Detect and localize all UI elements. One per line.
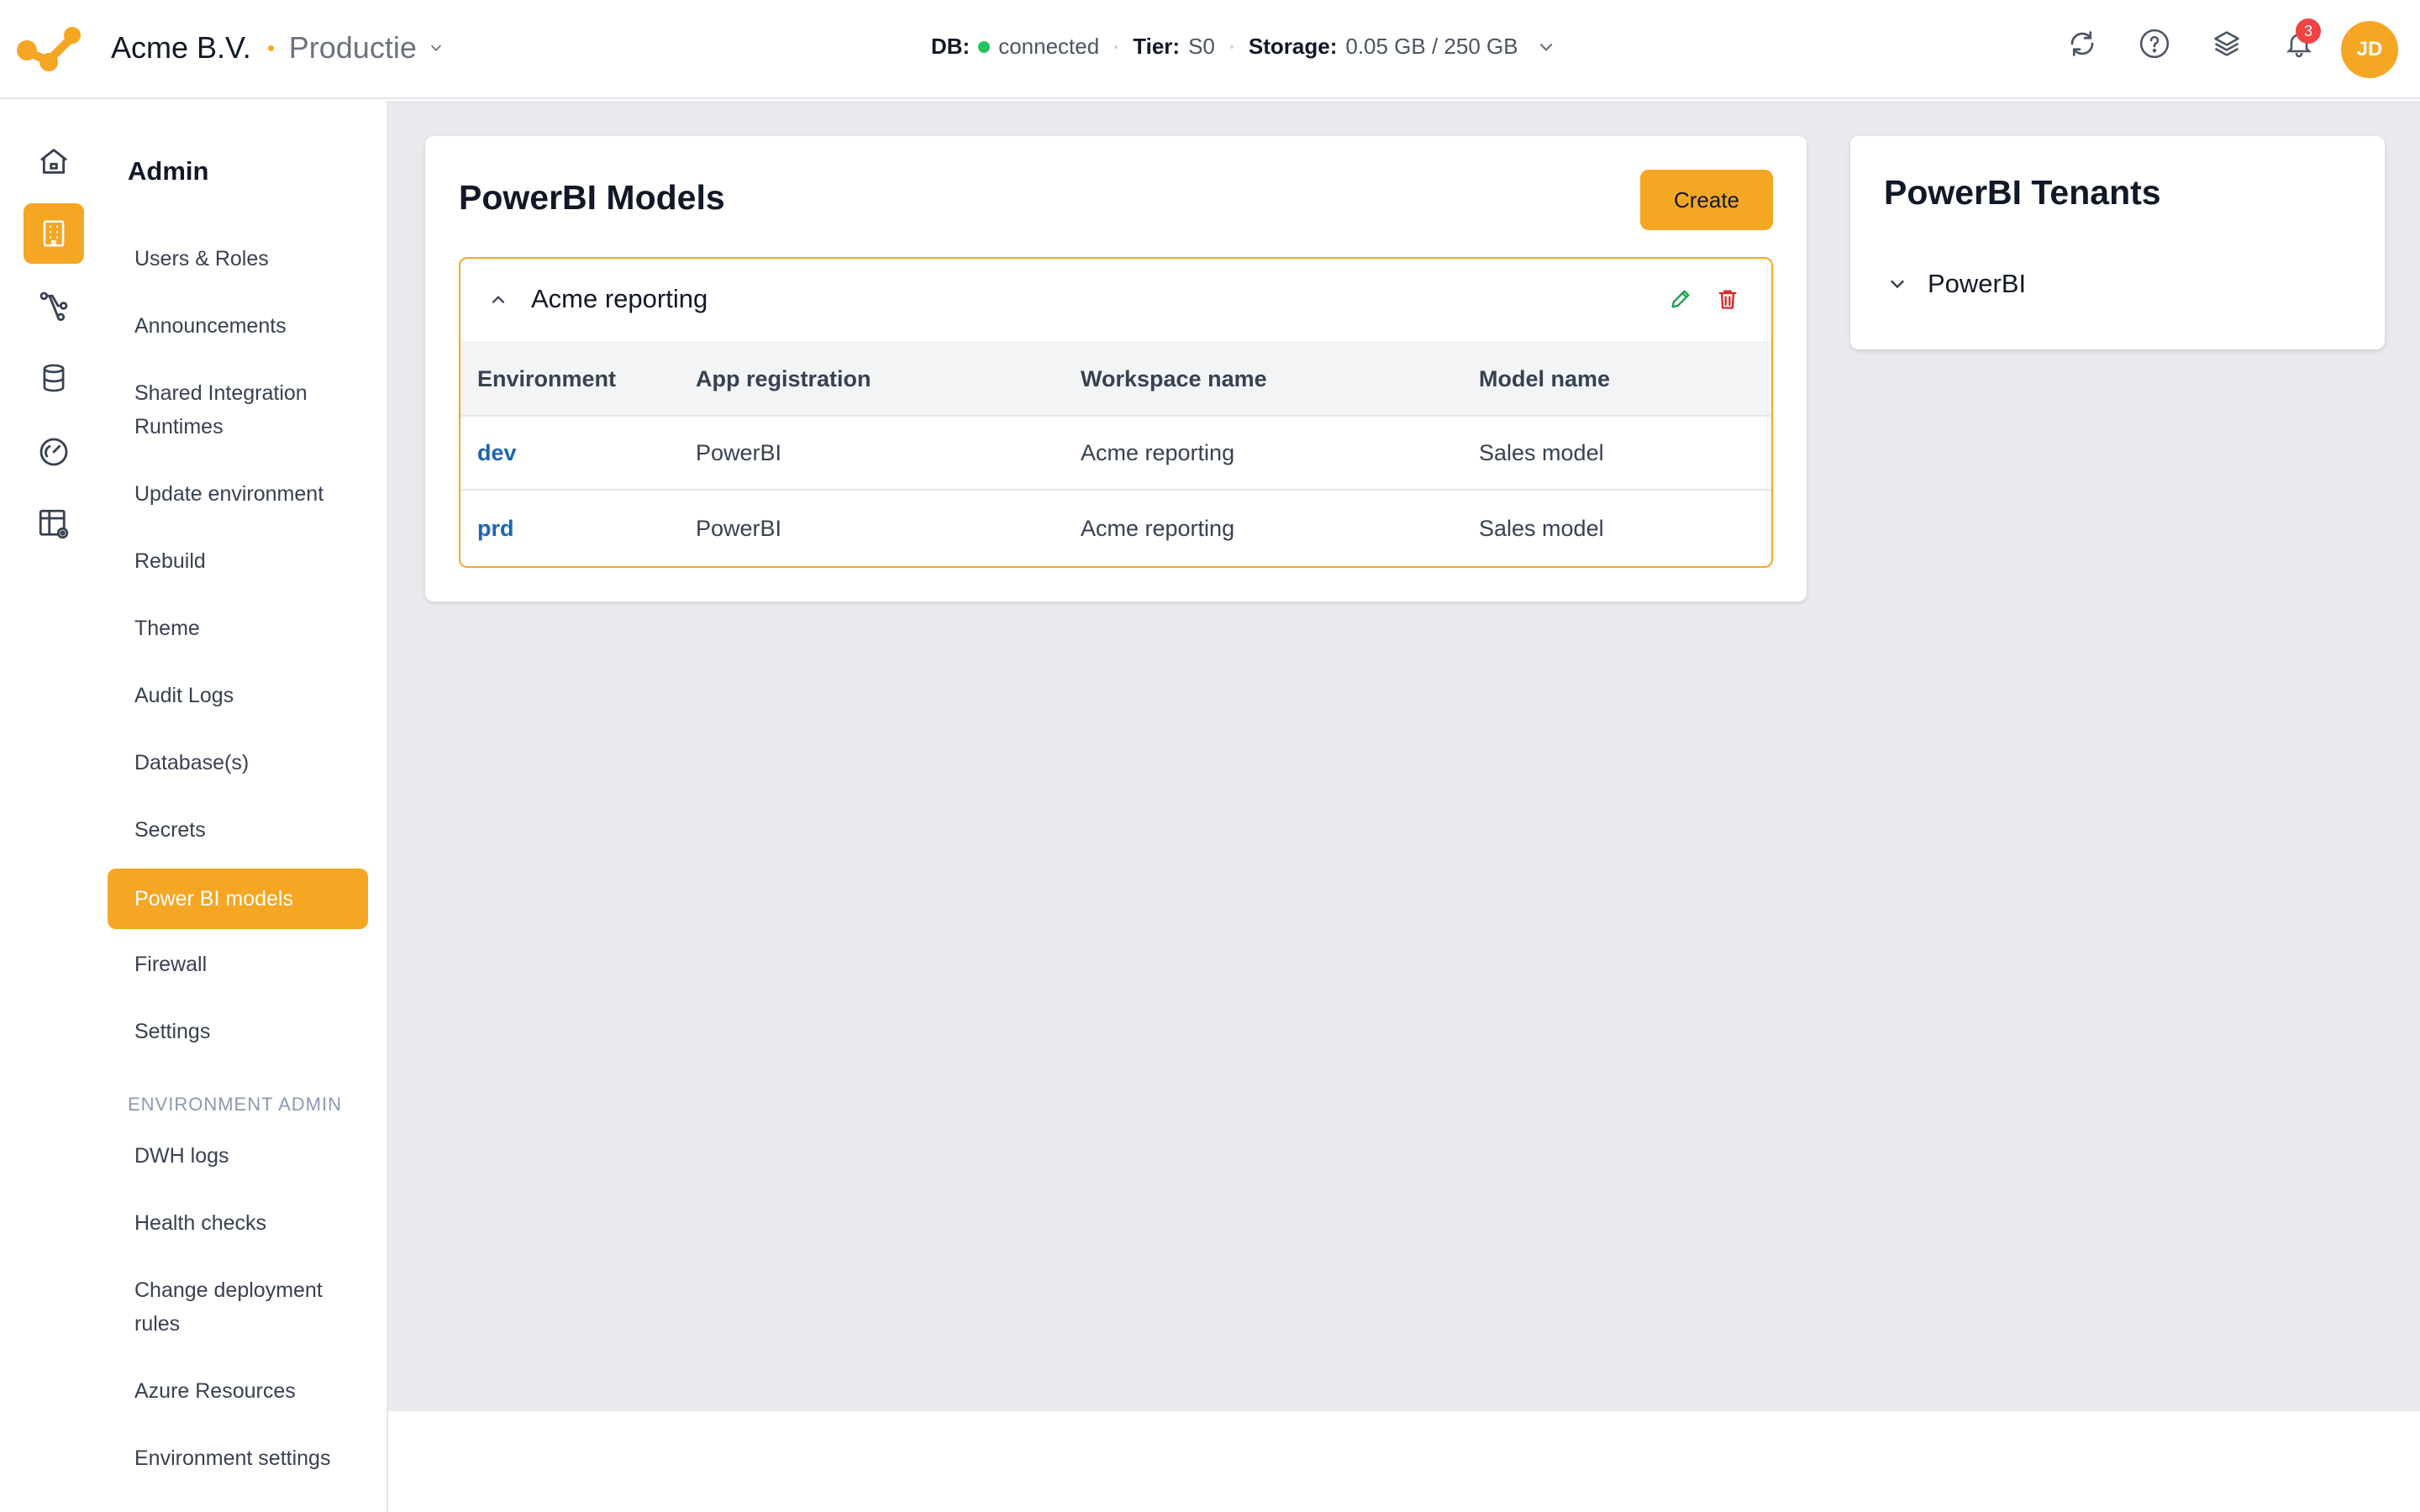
powerbi-tenants-card: [1850, 136, 2385, 349]
sidebar-item-azure-resources[interactable]: Azure Resources: [108, 1374, 368, 1408]
db-label: DB:: [931, 34, 971, 59]
chevron-down-icon: [1539, 43, 1552, 51]
app-logo-icon[interactable]: [17, 25, 81, 72]
tier-value: S0: [1188, 34, 1215, 59]
rail-database[interactable]: [24, 348, 84, 408]
separator-dot: [267, 45, 274, 51]
db-status-dot: [978, 40, 991, 53]
user-avatar[interactable]: JD: [2341, 21, 2398, 78]
sidebar-item-power-bi-models[interactable]: Power BI models: [108, 869, 368, 929]
sidebar-item-change-deployment-rules[interactable]: Change deployment rules: [108, 1273, 368, 1341]
dashboard-gauge-icon: [39, 438, 68, 466]
table-row[interactable]: prd PowerBI Acme reporting Sales model: [460, 492, 1771, 566]
sidebar-item-rebuild[interactable]: Rebuild: [108, 544, 368, 578]
workspace-name-cell: Acme reporting: [1081, 440, 1235, 465]
sidebar-item-shared-integration-runtimes[interactable]: Shared Integration Runtimes: [108, 376, 368, 444]
layers-icon: [2214, 31, 2239, 56]
tenant-item[interactable]: PowerBI: [1887, 269, 2026, 299]
workspace-name-cell: Acme reporting: [1081, 516, 1235, 541]
model-group-name: Acme reporting: [531, 284, 708, 313]
table-row[interactable]: dev PowerBI Acme reporting Sales model: [460, 417, 1771, 491]
admin-building-icon: [43, 220, 65, 247]
app-registration-cell: PowerBI: [696, 440, 782, 465]
create-button[interactable]: Create: [1640, 170, 1773, 230]
sidebar-item-update-environment[interactable]: Update environment: [108, 477, 368, 511]
footer-area: [388, 1411, 2420, 1512]
tier-label: Tier:: [1133, 34, 1181, 59]
column-header-app-registration[interactable]: App registration: [696, 366, 871, 392]
admin-sidebar: Admin Users & Roles Announcements Shared…: [108, 101, 388, 1512]
chevron-down-icon: [1890, 280, 1905, 289]
refresh-button[interactable]: [2065, 27, 2099, 60]
icon-rail: [0, 101, 108, 1512]
org-name: Acme B.V.: [111, 30, 251, 65]
page-title: PowerBI Models: [459, 178, 725, 217]
database-icon: [43, 364, 65, 392]
separator-dot: [1114, 45, 1118, 49]
environment-name: Productie: [288, 30, 417, 65]
storage-label: Storage:: [1248, 34, 1338, 59]
org-environment-switcher[interactable]: Acme B.V. Productie: [111, 30, 444, 66]
sidebar-item-firewall[interactable]: Firewall: [108, 948, 368, 981]
sidebar-item-theme[interactable]: Theme: [108, 612, 368, 645]
model-group-panel: Acme reporting Environment App registrat…: [459, 257, 1773, 568]
column-header-model-name[interactable]: Model name: [1479, 366, 1610, 392]
help-button[interactable]: [2138, 27, 2171, 60]
environment-link[interactable]: prd: [477, 516, 514, 542]
sidebar-item-databases[interactable]: Database(s): [108, 746, 368, 780]
trash-icon[interactable]: [1716, 287, 1739, 311]
sidebar-heading: Admin: [128, 156, 209, 186]
rail-pipelines[interactable]: [24, 276, 84, 336]
sidebar-item-audit-logs[interactable]: Audit Logs: [108, 679, 368, 712]
pipeline-icon: [39, 291, 68, 322]
home-icon: [40, 149, 67, 174]
layers-button[interactable]: [2210, 27, 2244, 60]
tenants-title: PowerBI Tenants: [1884, 173, 2161, 212]
app-registration-cell: PowerBI: [696, 516, 782, 541]
environment-link[interactable]: dev: [477, 440, 517, 466]
model-name-cell: Sales model: [1479, 516, 1604, 541]
sidebar-item-health-checks[interactable]: Health checks: [108, 1206, 368, 1240]
sidebar-item-settings[interactable]: Settings: [108, 1015, 368, 1048]
column-header-environment[interactable]: Environment: [477, 366, 616, 392]
help-icon: [2139, 29, 2170, 59]
sidebar-item-secrets[interactable]: Secrets: [108, 813, 368, 847]
tenant-label: PowerBI: [1928, 269, 2027, 298]
storage-value: 0.05 GB / 250 GB: [1345, 34, 1518, 59]
sidebar-item-environment-settings[interactable]: Environment settings: [108, 1441, 368, 1475]
rail-table-settings[interactable]: [24, 494, 84, 554]
connection-status-bar[interactable]: DB: connected Tier: S0 Storage: 0.05 GB …: [931, 34, 1555, 60]
sidebar-section-label: ENVIRONMENT ADMIN: [128, 1094, 342, 1115]
notification-count-badge: 3: [2296, 18, 2321, 44]
sidebar-item-dwh-logs[interactable]: DWH logs: [108, 1139, 368, 1173]
rail-dashboard[interactable]: [24, 422, 84, 482]
chevron-down-icon: [430, 45, 441, 51]
column-header-workspace-name[interactable]: Workspace name: [1081, 366, 1267, 392]
sidebar-item-users-roles[interactable]: Users & Roles: [108, 242, 368, 276]
model-group-header[interactable]: Acme reporting: [460, 259, 1771, 341]
rail-home[interactable]: [24, 131, 84, 192]
table-settings-icon: [39, 509, 69, 539]
sidebar-item-announcements[interactable]: Announcements: [108, 309, 368, 343]
refresh-icon: [2070, 31, 2094, 56]
model-name-cell: Sales model: [1479, 440, 1604, 465]
top-bar: Acme B.V. Productie DB: connected Tier: …: [0, 0, 2420, 99]
table-header: Environment App registration Workspace n…: [460, 341, 1771, 417]
rail-admin[interactable]: [24, 203, 84, 264]
chevron-up-icon[interactable]: [489, 291, 508, 309]
db-status: connected: [998, 34, 1100, 59]
edit-pencil-icon[interactable]: [1669, 287, 1692, 311]
notifications-button[interactable]: 3: [2282, 18, 2321, 60]
separator-dot: [1229, 45, 1234, 49]
